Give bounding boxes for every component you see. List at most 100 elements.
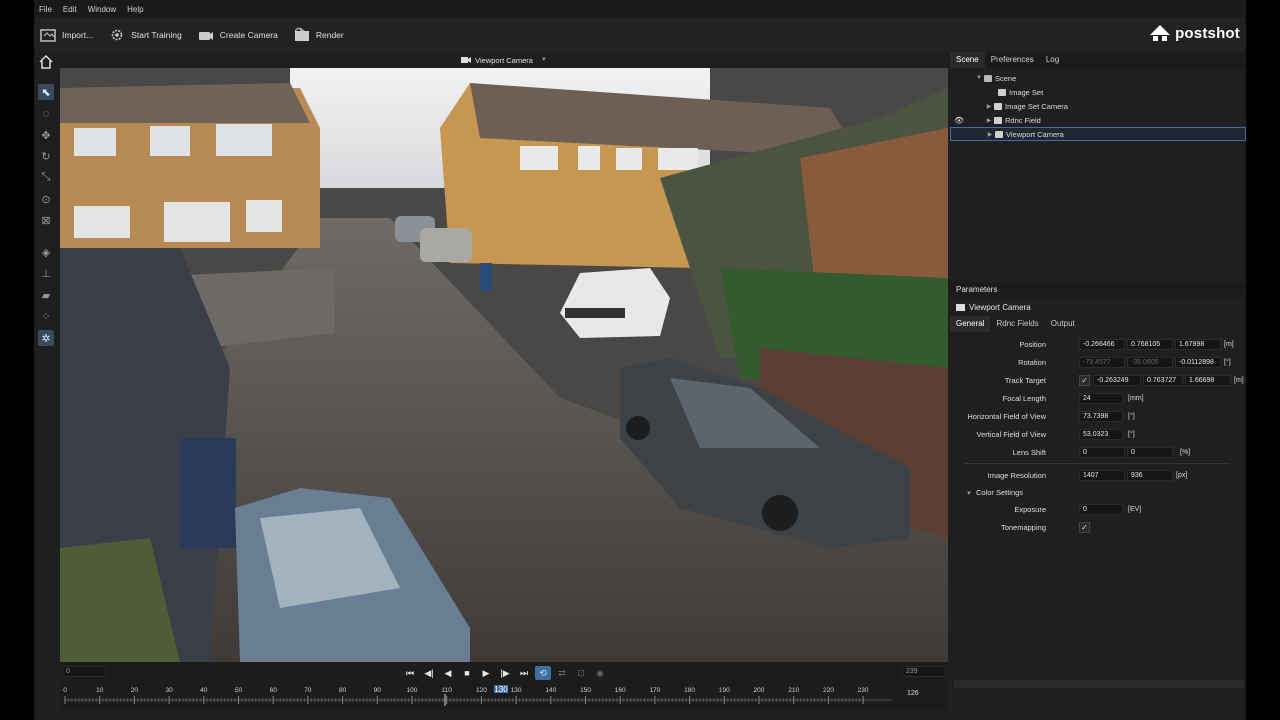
viewport-camera-selector[interactable]: Viewport Camera ▼ [461,56,547,65]
axes-icon[interactable]: ⊥ [38,265,54,281]
parameters-title-row: Viewport Camera [950,298,1246,316]
timeline-tick-label: 210 [788,687,799,694]
parameters-panel: Parameters Viewport Camera General Rdnc … [950,282,1246,592]
timeline-end-field[interactable]: 239 [902,666,946,677]
record-icon[interactable]: ⊡ [573,666,589,680]
track-target-y-field[interactable]: 0.763727 [1143,374,1183,386]
lens-shift-x-field[interactable]: 0 [1079,446,1125,458]
tree-item-image-set[interactable]: Image Set [950,85,1246,99]
image-resolution-width-field[interactable]: 1407 [1079,469,1125,481]
exposure-field[interactable]: 0 [1079,503,1123,515]
play-reverse-icon[interactable]: ◀ [440,666,456,680]
position-z-field[interactable]: 1.67898 [1175,338,1221,350]
home-icon[interactable] [38,54,54,70]
focal-length-unit: [mm] [1128,394,1144,402]
panel-scrollbar[interactable] [954,680,1244,688]
loop-icon[interactable]: ⟲ [535,666,551,680]
rotate-tool-icon[interactable]: ↻ [38,148,54,164]
position-x-field[interactable]: -0.266466 [1079,338,1125,350]
current-frame-readout: 126 [907,690,919,697]
light-icon[interactable]: ✲ [38,330,54,346]
postshot-logo: postshot [1149,24,1240,42]
tab-log[interactable]: Log [1040,52,1065,68]
lens-shift-label: Lens Shift [1012,447,1046,457]
tab-scene[interactable]: Scene [950,52,985,68]
view-gizmo-icon[interactable]: ◈ [38,244,54,260]
training-gear-icon [109,27,125,43]
zoom-tool-icon[interactable]: ⊙ [38,191,54,207]
step-forward-icon[interactable]: |▶ [497,666,513,680]
scale-tool-icon[interactable]: ⤡ [38,169,54,185]
start-training-label: Start Training [131,30,182,40]
3d-viewport[interactable] [60,68,948,662]
track-target-x-field[interactable]: -0.263249 [1093,374,1141,386]
menu-file[interactable]: File [39,5,52,14]
lasso-tool-icon[interactable]: ◌ [38,106,54,122]
camera-icon [994,102,1002,110]
play-icon[interactable]: ▶ [478,666,494,680]
position-y-field[interactable]: 0.768105 [1127,338,1173,350]
import-icon [40,27,56,43]
rotation-z-field[interactable]: -0.0112898 [1175,356,1221,368]
skip-to-end-icon[interactable]: ⏭ [516,666,532,680]
select-tool-icon[interactable]: ⬉ [38,84,54,100]
tonemapping-checkbox[interactable]: ✓ [1079,521,1090,533]
tab-preferences[interactable]: Preferences [985,52,1040,68]
rdnc-field-icon [994,116,1002,124]
bounce-icon[interactable]: ⇄ [554,666,570,680]
expand-icon[interactable]: ▶ [985,131,995,138]
keyframe-icon[interactable]: ◉ [592,666,608,680]
render-button[interactable]: Render [294,27,344,43]
expand-icon[interactable]: ▶ [984,103,994,110]
image-resolution-height-field[interactable]: 936 [1127,469,1173,481]
splat-points-icon[interactable]: ⁘ [38,308,54,324]
import-button[interactable]: Import... [40,27,93,43]
render-icon [294,27,310,43]
track-target-z-field[interactable]: 1.66698 [1185,374,1231,386]
start-training-button[interactable]: Start Training [109,27,182,43]
track-target-checkbox[interactable]: ✓ [1079,374,1090,386]
timeline-tick-label: 220 [823,687,834,694]
rotation-x-field[interactable]: -79.4577 [1079,356,1125,368]
menu-window[interactable]: Window [88,5,116,14]
hfov-field[interactable]: 73.7398 [1079,410,1123,422]
lens-shift-y-field[interactable]: 0 [1127,446,1173,458]
parameters-title: Viewport Camera [969,302,1031,312]
step-back-icon[interactable]: ◀| [421,666,437,680]
timeline-tick-label: 130 [511,687,522,694]
rotation-y-field[interactable]: -35.0605 [1127,356,1173,368]
tree-item-rdnc-field[interactable]: 👁 ▶ Rdnc Field [950,113,1246,127]
move-tool-icon[interactable]: ✥ [38,127,54,143]
skip-to-start-icon[interactable]: ⏮ [402,666,418,680]
tab-output[interactable]: Output [1045,316,1081,332]
timeline-tick-label: 200 [754,687,765,694]
tree-item-viewport-camera[interactable]: ▶ Viewport Camera [950,127,1246,141]
color-settings-row[interactable]: ▼ Color Settings [950,486,1246,498]
timeline-ruler[interactable]: 0 10 20 30 40 50 60 70 80 90 100 110 120 130 140 150 160… [62,684,946,708]
frame-tool-icon[interactable]: ⊠ [38,212,54,228]
tree-label: Scene [995,73,1017,83]
tree-label: Viewport Camera [1006,129,1064,139]
focal-length-field[interactable]: 24 [1079,392,1123,404]
color-settings-label: Color Settings [975,487,1024,497]
camera-path-icon[interactable]: ▰ [38,287,54,303]
tree-item-scene[interactable]: ▼ Scene [950,71,1246,85]
menu-edit[interactable]: Edit [63,5,77,14]
tab-general[interactable]: General [950,316,991,332]
tree-label: Rdnc Field [1005,115,1041,125]
camera-icon [956,303,965,311]
timeline-start-field[interactable]: 0 [62,666,106,677]
create-camera-button[interactable]: Create Camera [198,27,278,43]
tonemapping-row: Tonemapping ✓ [950,521,1246,533]
color-settings-header[interactable]: ▼ Color Settings [966,488,1023,497]
tree-item-image-set-camera[interactable]: ▶ Image Set Camera [950,99,1246,113]
stop-icon[interactable]: ■ [459,666,475,680]
create-camera-label: Create Camera [219,30,278,40]
collapse-icon: ▼ [966,490,972,497]
vfov-field[interactable]: 53.0323 [1079,428,1123,440]
visibility-eye-icon[interactable]: 👁 [954,116,964,125]
timeline-tick-label: 60 [270,687,278,694]
tab-rdnc-fields[interactable]: Rdnc Fields [990,316,1044,332]
menu-help[interactable]: Help [127,5,143,14]
expand-icon[interactable]: ▶ [984,117,994,124]
